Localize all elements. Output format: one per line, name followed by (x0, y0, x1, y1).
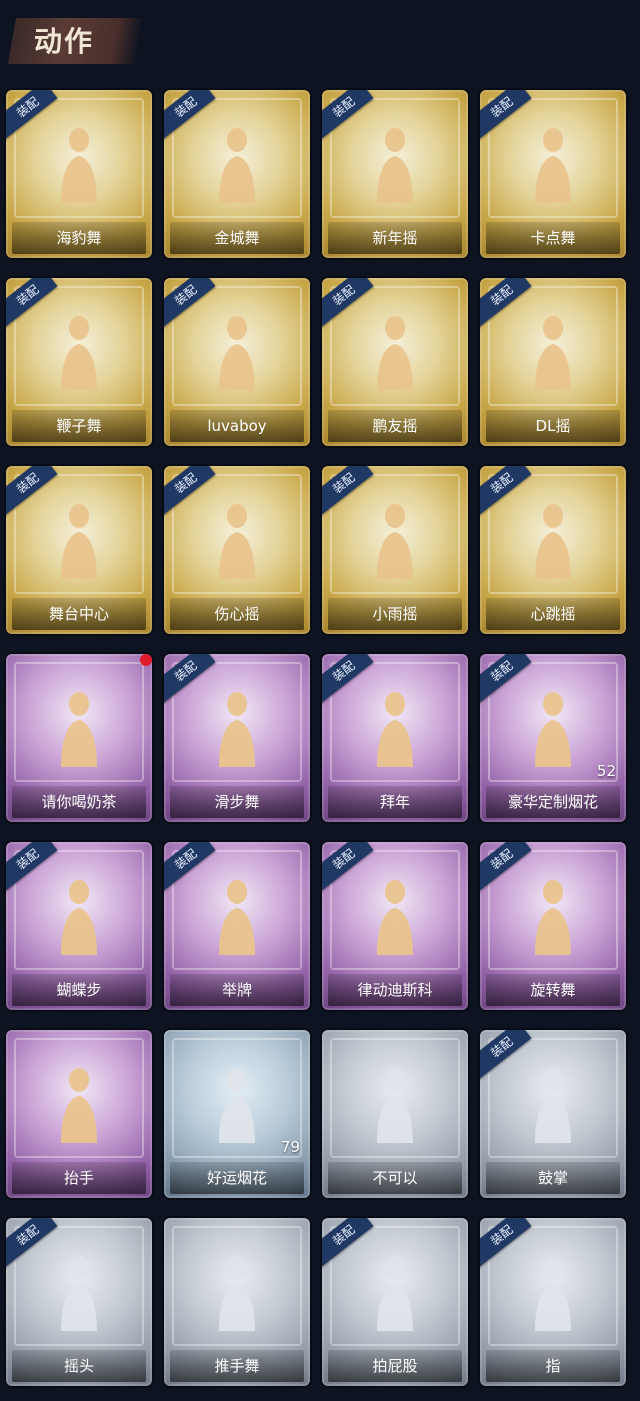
emote-name: 鼓掌 (486, 1162, 620, 1194)
emote-name: 卡点舞 (486, 222, 620, 254)
emote-card[interactable]: 装配 伤心摇 (164, 466, 310, 634)
emote-name: 小雨摇 (328, 598, 462, 630)
dancer-figure-icon (513, 1058, 593, 1148)
emote-name: 拜年 (328, 786, 462, 818)
dancer-figure-icon (513, 870, 593, 960)
emote-card[interactable]: 抬手 (6, 1030, 152, 1198)
emote-name: 海豹舞 (12, 222, 146, 254)
dancer-figure-icon (355, 682, 435, 772)
emote-grid: 装配 海豹舞 装配 金城舞 装配 新年摇 装配 卡点舞 装配 鞭子舞 装配 luvaboy 装配 鹏友摇装… (6, 90, 626, 1386)
emote-card[interactable]: 装配 律动迪斯科 (322, 842, 468, 1010)
dancer-figure-icon (197, 118, 277, 208)
emote-card[interactable]: 装配 金城舞 (164, 90, 310, 258)
emote-card[interactable]: 装配 鹏友摇 (322, 278, 468, 446)
dancer-figure-icon (197, 1058, 277, 1148)
dancer-figure-icon (355, 306, 435, 396)
emote-name: 新年摇 (328, 222, 462, 254)
emote-card[interactable]: 装配 摇头 (6, 1218, 152, 1386)
new-badge (140, 654, 152, 666)
page-title: 动作 (34, 25, 95, 58)
dancer-figure-icon (513, 118, 593, 208)
emote-card[interactable]: 装配 新年摇 (322, 90, 468, 258)
emote-name: 好运烟花 (170, 1162, 304, 1194)
emote-card[interactable]: 装配 拍屁股 (322, 1218, 468, 1386)
emote-name: 鞭子舞 (12, 410, 146, 442)
emote-card[interactable]: 79 好运烟花 (164, 1030, 310, 1198)
emote-name: 推手舞 (170, 1350, 304, 1382)
emote-name: 伤心摇 (170, 598, 304, 630)
emote-name: 蝴蝶步 (12, 974, 146, 1006)
emote-name: 滑步舞 (170, 786, 304, 818)
emote-name: 拍屁股 (328, 1350, 462, 1382)
emote-name: 律动迪斯科 (328, 974, 462, 1006)
item-count: 52 (596, 762, 616, 780)
emote-name: 心跳摇 (486, 598, 620, 630)
dancer-figure-icon (39, 1246, 119, 1336)
emote-name: 鹏友摇 (328, 410, 462, 442)
dancer-figure-icon (39, 118, 119, 208)
dancer-figure-icon (355, 1246, 435, 1336)
dancer-figure-icon (197, 870, 277, 960)
emote-card[interactable]: 装配 拜年 (322, 654, 468, 822)
emote-card[interactable]: 装配 鞭子舞 (6, 278, 152, 446)
emote-card[interactable]: 装配 luvaboy (164, 278, 310, 446)
emote-name: 舞台中心 (12, 598, 146, 630)
emote-card[interactable]: 不可以 (322, 1030, 468, 1198)
emote-card[interactable]: 装配 舞台中心 (6, 466, 152, 634)
dancer-figure-icon (355, 118, 435, 208)
emote-card[interactable]: 装配 海豹舞 (6, 90, 152, 258)
emote-card[interactable]: 推手舞 (164, 1218, 310, 1386)
emote-card[interactable]: 装配 滑步舞 (164, 654, 310, 822)
emote-name: 旋转舞 (486, 974, 620, 1006)
dancer-figure-icon (513, 682, 593, 772)
emote-name: 指 (486, 1350, 620, 1382)
emote-card[interactable]: 请你喝奶茶 (6, 654, 152, 822)
dancer-figure-icon (197, 494, 277, 584)
dancer-figure-icon (39, 870, 119, 960)
dancer-figure-icon (39, 1058, 119, 1148)
dancer-figure-icon (197, 1246, 277, 1336)
emote-name: 不可以 (328, 1162, 462, 1194)
emote-name: DL摇 (486, 410, 620, 442)
dancer-figure-icon (39, 682, 119, 772)
dancer-figure-icon (513, 306, 593, 396)
dancer-figure-icon (513, 1246, 593, 1336)
emote-card[interactable]: 装配 卡点舞 (480, 90, 626, 258)
dancer-figure-icon (197, 682, 277, 772)
emote-name: luvaboy (170, 410, 304, 442)
emote-card[interactable]: 装配 小雨摇 (322, 466, 468, 634)
emote-card[interactable]: 装配 举牌 (164, 842, 310, 1010)
dancer-figure-icon (39, 494, 119, 584)
emote-card[interactable]: 装配 52 豪华定制烟花 (480, 654, 626, 822)
item-count: 79 (280, 1138, 300, 1156)
emote-name: 豪华定制烟花 (486, 786, 620, 818)
emote-card[interactable]: 装配 蝴蝶步 (6, 842, 152, 1010)
dancer-figure-icon (39, 306, 119, 396)
emote-name: 抬手 (12, 1162, 146, 1194)
emote-card[interactable]: 装配 旋转舞 (480, 842, 626, 1010)
emote-name: 金城舞 (170, 222, 304, 254)
emote-card[interactable]: 装配 鼓掌 (480, 1030, 626, 1198)
emote-card[interactable]: 装配指 (480, 1218, 626, 1386)
dancer-figure-icon (355, 494, 435, 584)
emote-name: 举牌 (170, 974, 304, 1006)
dancer-figure-icon (513, 494, 593, 584)
emote-name: 摇头 (12, 1350, 146, 1382)
dancer-figure-icon (197, 306, 277, 396)
header: 动作 (0, 0, 640, 78)
emote-card[interactable]: 装配 DL摇 (480, 278, 626, 446)
dancer-figure-icon (355, 870, 435, 960)
emote-card[interactable]: 装配 心跳摇 (480, 466, 626, 634)
dancer-figure-icon (355, 1058, 435, 1148)
emote-name: 请你喝奶茶 (12, 786, 146, 818)
